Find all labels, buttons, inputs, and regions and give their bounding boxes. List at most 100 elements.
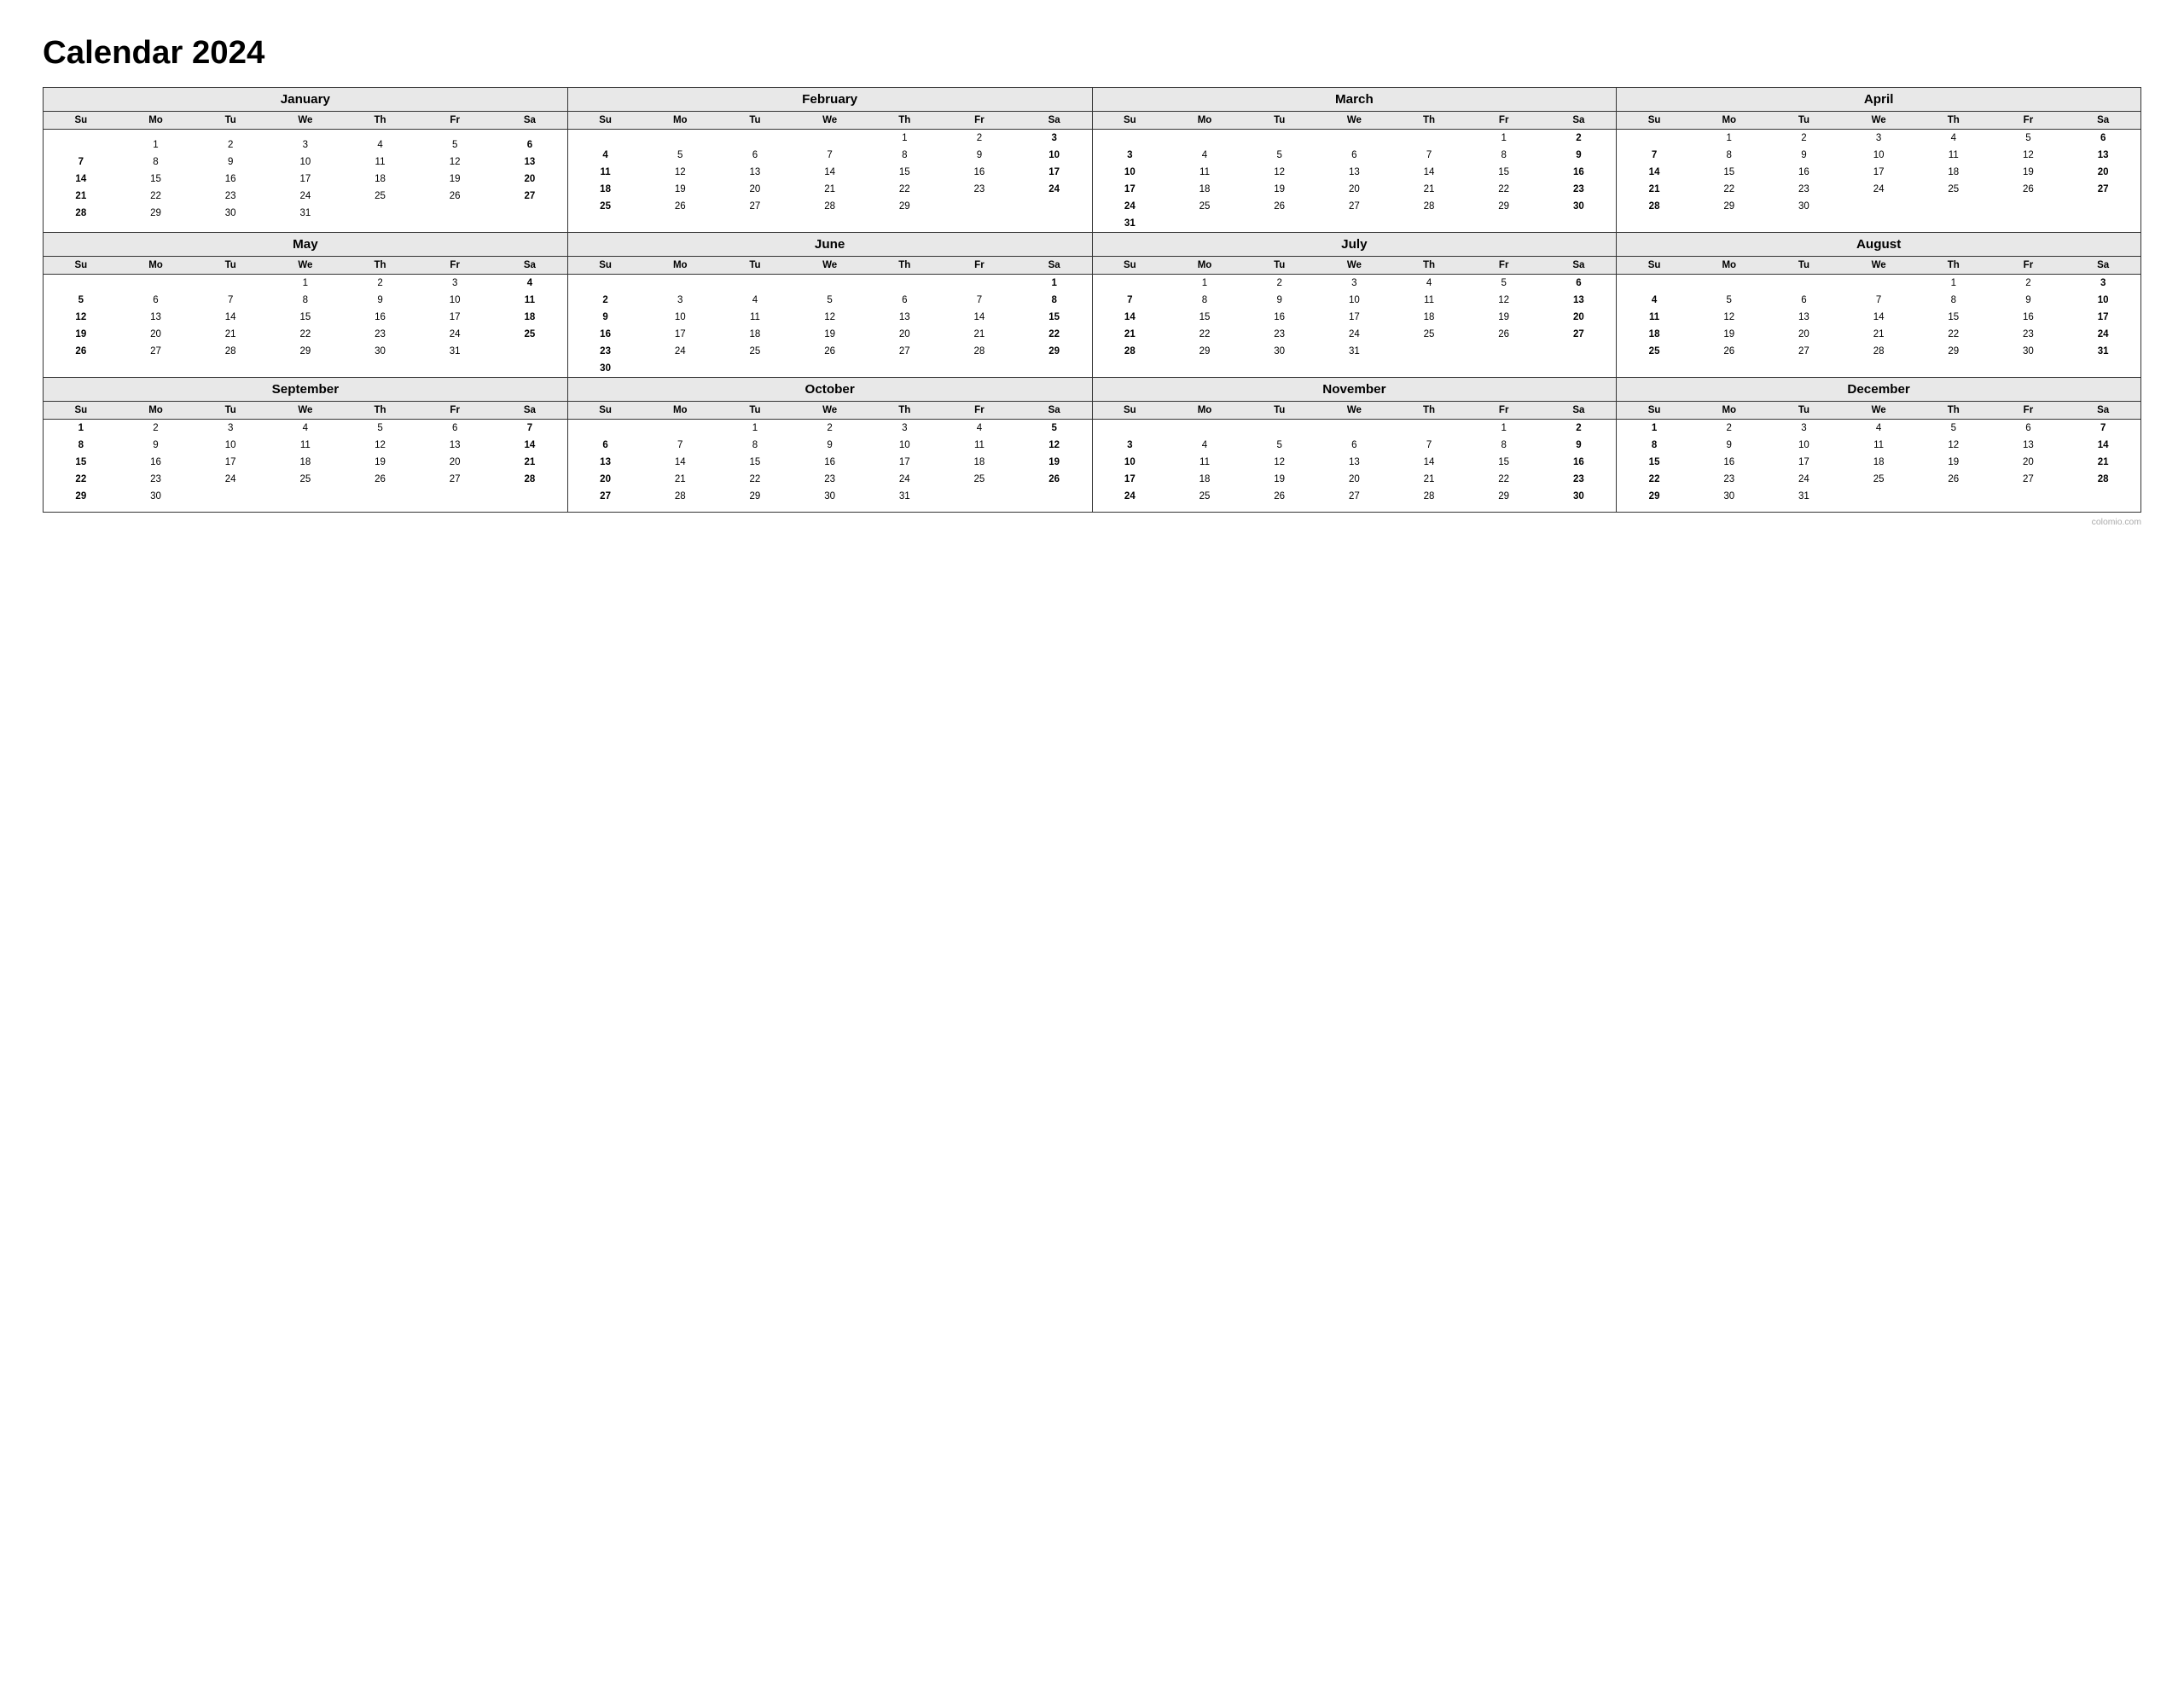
month-table-april: SuMoTuWeThFrSa12345678910111213141516171… [1617,112,2140,222]
day-cell: 4 [1167,437,1242,454]
day-cell [1841,488,1916,505]
day-cell: 23 [1767,181,1842,198]
day-cell [193,505,268,512]
day-cell: 2 [1692,420,1767,438]
day-cell [1692,215,1767,222]
day-cell: 6 [119,292,194,309]
day-header-we: We [793,257,868,275]
day-cell: 18 [343,171,418,188]
day-cell: 26 [642,198,717,215]
day-cell: 9 [568,309,643,326]
day-header-th: Th [1391,112,1467,130]
day-cell: 25 [1617,343,1692,360]
day-cell [1242,505,1317,512]
day-cell [1017,488,1092,505]
day-cell: 6 [2065,130,2140,148]
month-block-july: JulySuMoTuWeThFrSa1234567891011121314151… [1093,233,1618,378]
day-header-fr: Fr [417,402,492,420]
day-cell [1093,130,1168,148]
day-cell: 27 [492,188,567,205]
day-cell [1542,343,1617,360]
day-cell: 22 [119,188,194,205]
day-cell: 12 [417,154,492,171]
day-header-sa: Sa [2065,402,2140,420]
day-cell: 12 [1017,437,1092,454]
day-cell: 18 [1167,181,1242,198]
day-cell: 30 [343,343,418,360]
month-table-august: SuMoTuWeThFrSa12345678910111213141516171… [1617,257,2140,367]
day-header-we: We [1841,257,1916,275]
day-cell: 20 [2065,164,2140,181]
day-cell: 7 [1391,147,1467,164]
day-cell: 17 [1093,471,1168,488]
day-cell: 31 [1767,488,1842,505]
day-cell: 9 [1767,147,1842,164]
day-cell: 25 [1167,198,1242,215]
day-cell: 19 [1692,326,1767,343]
day-cell [268,488,343,505]
day-cell: 11 [1167,164,1242,181]
day-cell: 11 [1916,147,1991,164]
day-cell [417,130,492,137]
day-cell: 17 [1767,454,1842,471]
day-cell: 31 [268,205,343,222]
day-cell: 11 [492,292,567,309]
day-header-fr: Fr [1991,402,2066,420]
day-cell: 2 [942,130,1017,148]
day-header-we: We [268,257,343,275]
day-cell: 2 [568,292,643,309]
day-cell [867,275,942,293]
day-header-th: Th [1391,257,1467,275]
day-cell: 6 [717,147,793,164]
day-cell: 24 [268,188,343,205]
day-cell: 10 [1093,454,1168,471]
day-cell [2065,505,2140,512]
month-table-february: SuMoTuWeThFrSa12345678910111213141516171… [568,112,1092,222]
day-cell: 23 [1991,326,2066,343]
day-header-tu: Tu [1767,112,1842,130]
day-cell: 26 [1991,181,2066,198]
day-cell: 28 [1841,343,1916,360]
day-cell: 20 [568,471,643,488]
month-title-november: November [1093,378,1617,402]
day-cell: 22 [1916,326,1991,343]
day-header-mo: Mo [642,402,717,420]
day-cell: 28 [44,205,119,222]
day-cell: 7 [793,147,868,164]
day-cell: 28 [1391,198,1467,215]
day-cell: 7 [492,420,567,438]
day-cell: 14 [492,437,567,454]
day-cell [492,505,567,512]
day-cell: 25 [942,471,1017,488]
day-cell: 17 [642,326,717,343]
day-cell [1167,215,1242,232]
day-cell: 13 [1767,309,1842,326]
day-cell: 27 [2065,181,2140,198]
day-cell: 16 [1991,309,2066,326]
day-cell [119,130,194,137]
day-cell [417,505,492,512]
day-header-th: Th [867,257,942,275]
day-cell: 7 [1391,437,1467,454]
month-table-may: SuMoTuWeThFrSa12345678910111213141516171… [44,257,567,367]
month-table-june: SuMoTuWeThFrSa12345678910111213141516171… [568,257,1092,377]
day-cell: 30 [119,488,194,505]
day-cell: 14 [1391,164,1467,181]
day-cell: 12 [1916,437,1991,454]
day-cell: 7 [1841,292,1916,309]
day-cell [642,420,717,438]
day-cell: 19 [642,181,717,198]
day-cell: 10 [417,292,492,309]
day-cell [1317,505,1392,512]
day-cell: 23 [1542,181,1617,198]
day-cell: 16 [1242,309,1317,326]
month-block-february: FebruarySuMoTuWeThFrSa123456789101112131… [568,88,1093,233]
day-cell: 15 [867,164,942,181]
day-cell: 17 [417,309,492,326]
day-cell: 4 [1916,130,1991,148]
day-cell: 25 [1391,326,1467,343]
day-cell: 14 [1841,309,1916,326]
day-cell: 3 [417,275,492,293]
day-cell [642,360,717,377]
day-cell: 2 [1242,275,1317,293]
